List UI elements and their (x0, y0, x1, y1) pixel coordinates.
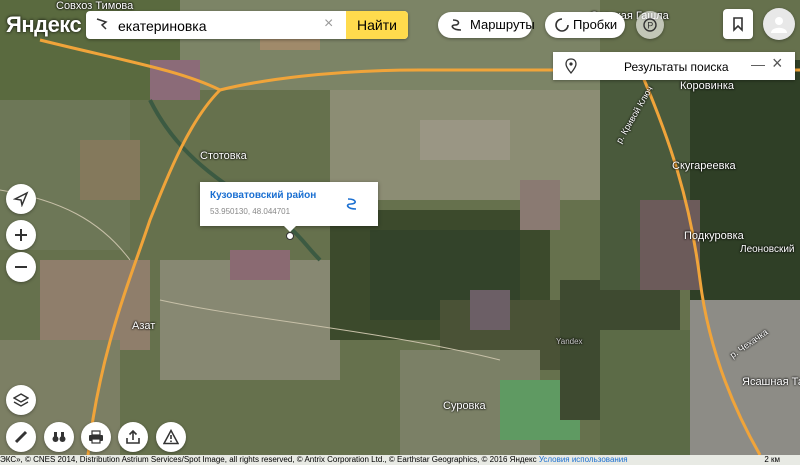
search-button[interactable]: Найти (346, 11, 408, 39)
place-label: Суровка (443, 400, 486, 412)
place-label: Леоновский (740, 244, 795, 255)
copyright-text: ЭКС», © CNES 2014, Distribution Astrium … (0, 455, 537, 464)
parking-icon: P (643, 18, 657, 32)
layers-icon (13, 393, 29, 407)
plus-icon (15, 229, 27, 241)
share-button[interactable] (118, 422, 148, 452)
share-icon (126, 429, 140, 444)
search-input[interactable] (116, 15, 340, 37)
routes-button[interactable]: Маршруты (438, 12, 535, 38)
location-popup: Кузоватовский район 53.950130, 48.044701 (200, 182, 378, 226)
location-marker[interactable] (286, 232, 294, 240)
search-results-panel: Результаты поиска — × (553, 52, 795, 80)
print-button[interactable] (81, 422, 111, 452)
popup-coordinates: 53.950130, 48.044701 (210, 207, 291, 216)
place-label: Азат (132, 320, 156, 332)
pin-icon (565, 58, 577, 74)
panorama-button[interactable] (44, 422, 74, 452)
traffic-icon (555, 18, 569, 32)
binoculars-icon (52, 432, 66, 442)
zoom-in-button[interactable] (6, 220, 36, 250)
yandex-logo[interactable]: Яндекс (6, 12, 82, 38)
routes-label: Маршруты (470, 17, 535, 32)
place-label: Подкуровка (684, 230, 744, 242)
locate-button[interactable] (6, 184, 36, 214)
ruler-button[interactable] (6, 422, 36, 452)
layers-button[interactable] (6, 385, 36, 415)
report-error-button[interactable] (156, 422, 186, 452)
user-icon (771, 17, 787, 33)
parking-button[interactable]: P (636, 11, 664, 39)
search-icon (94, 17, 110, 33)
minimize-icon[interactable]: — (751, 56, 765, 72)
clear-icon[interactable]: × (324, 15, 333, 33)
place-label: Стотовка (200, 150, 247, 162)
bookmark-icon (733, 17, 743, 32)
place-label: Ясашная Та (742, 376, 800, 388)
results-title: Результаты поиска (624, 60, 729, 74)
printer-icon (89, 430, 103, 444)
search-bar: × Найти (86, 11, 408, 39)
svg-text:P: P (647, 21, 653, 31)
footer-bar: ЭКС», © CNES 2014, Distribution Astrium … (0, 455, 800, 465)
scale-label: 2 км (764, 455, 780, 464)
warning-icon (163, 429, 179, 445)
place-label: Коровинка (680, 80, 734, 92)
user-avatar[interactable] (763, 8, 795, 40)
traffic-button[interactable]: Пробки (545, 12, 625, 38)
watermark-label: Yandex (556, 337, 583, 346)
minus-icon (15, 266, 27, 268)
terms-link[interactable]: Условия использования (539, 455, 628, 464)
arrow-icon (13, 191, 29, 207)
close-icon[interactable]: × (772, 53, 783, 74)
zoom-out-button[interactable] (6, 252, 36, 282)
route-icon (451, 19, 462, 31)
bookmarks-button[interactable] (723, 9, 753, 39)
traffic-label: Пробки (573, 17, 618, 32)
popup-title[interactable]: Кузоватовский район (210, 190, 316, 201)
place-label: Скугареевка (672, 160, 736, 172)
ruler-icon (14, 430, 28, 444)
route-icon[interactable] (344, 196, 360, 212)
